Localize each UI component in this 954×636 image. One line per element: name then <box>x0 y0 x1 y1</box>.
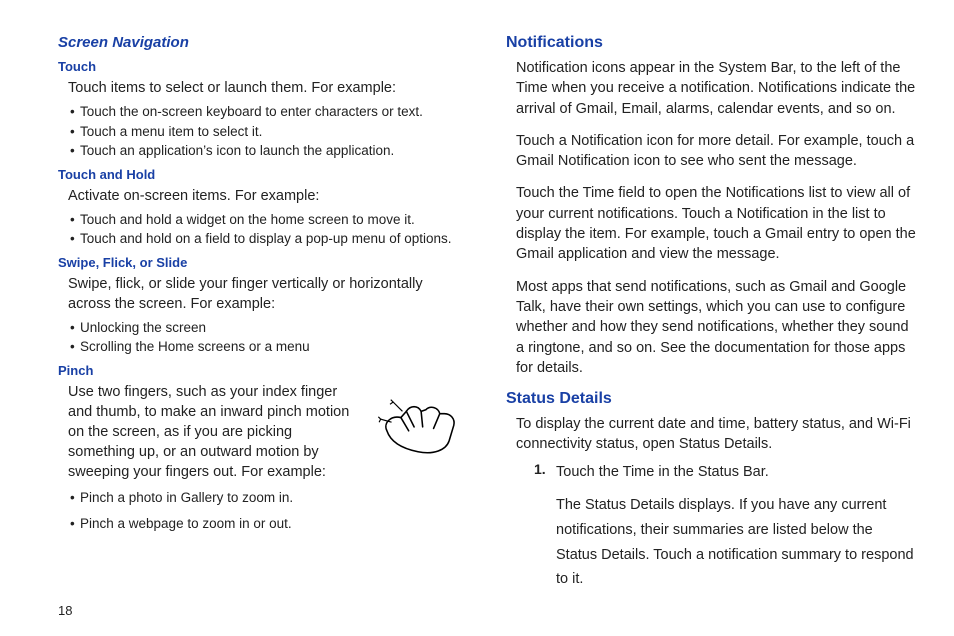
step-continuation: The Status Details displays. If you have… <box>556 493 916 592</box>
list-item: Pinch a photo in Gallery to zoom in. <box>70 488 468 508</box>
status-steps: 1. Touch the Time in the Status Bar. <box>534 461 916 483</box>
notif-p3: Touch the Time field to open the Notific… <box>516 183 916 264</box>
list-item: Touch a menu item to select it. <box>70 122 468 142</box>
step-row: 1. Touch the Time in the Status Bar. <box>534 461 916 483</box>
list-item: Pinch a webpage to zoom in or out. <box>70 514 468 534</box>
list-item: Scrolling the Home screens or a menu <box>70 337 468 357</box>
heading-notifications: Notifications <box>506 34 916 52</box>
list-item: Touch the on-screen keyboard to enter ch… <box>70 102 468 122</box>
touch-list: Touch the on-screen keyboard to enter ch… <box>70 102 468 161</box>
notif-p1: Notification icons appear in the System … <box>516 58 916 119</box>
heading-screen-navigation: Screen Navigation <box>58 34 468 51</box>
swipe-list: Unlocking the screen Scrolling the Home … <box>70 318 468 357</box>
swipe-intro: Swipe, flick, or slide your finger verti… <box>68 274 468 314</box>
heading-pinch: Pinch <box>58 363 468 378</box>
list-item: Touch and hold on a field to display a p… <box>70 229 468 249</box>
step-number: 1. <box>534 461 556 477</box>
page-number: 18 <box>58 603 72 618</box>
list-item: Touch and hold a widget on the home scre… <box>70 210 468 230</box>
hold-list: Touch and hold a widget on the home scre… <box>70 210 468 249</box>
notif-p4: Most apps that send notifications, such … <box>516 277 916 378</box>
step-text: Touch the Time in the Status Bar. <box>556 461 769 483</box>
heading-touch: Touch <box>58 59 468 74</box>
pinch-hand-icon <box>368 388 468 458</box>
pinch-row: Use two fingers, such as your index fing… <box>68 382 468 482</box>
hold-intro: Activate on-screen items. For example: <box>68 186 468 206</box>
pinch-list: Pinch a photo in Gallery to zoom in. Pin… <box>70 488 468 533</box>
notif-p2: Touch a Notification icon for more detai… <box>516 131 916 172</box>
list-item: Unlocking the screen <box>70 318 468 338</box>
page: Screen Navigation Touch Touch items to s… <box>0 0 954 636</box>
heading-swipe: Swipe, Flick, or Slide <box>58 255 468 270</box>
left-column: Screen Navigation Touch Touch items to s… <box>58 34 468 626</box>
right-column: Notifications Notification icons appear … <box>506 34 916 626</box>
pinch-intro: Use two fingers, such as your index fing… <box>68 382 360 482</box>
status-intro: To display the current date and time, ba… <box>516 414 916 455</box>
touch-intro: Touch items to select or launch them. Fo… <box>68 78 468 98</box>
heading-status-details: Status Details <box>506 390 916 408</box>
list-item: Touch an application’s icon to launch th… <box>70 141 468 161</box>
heading-touch-hold: Touch and Hold <box>58 167 468 182</box>
